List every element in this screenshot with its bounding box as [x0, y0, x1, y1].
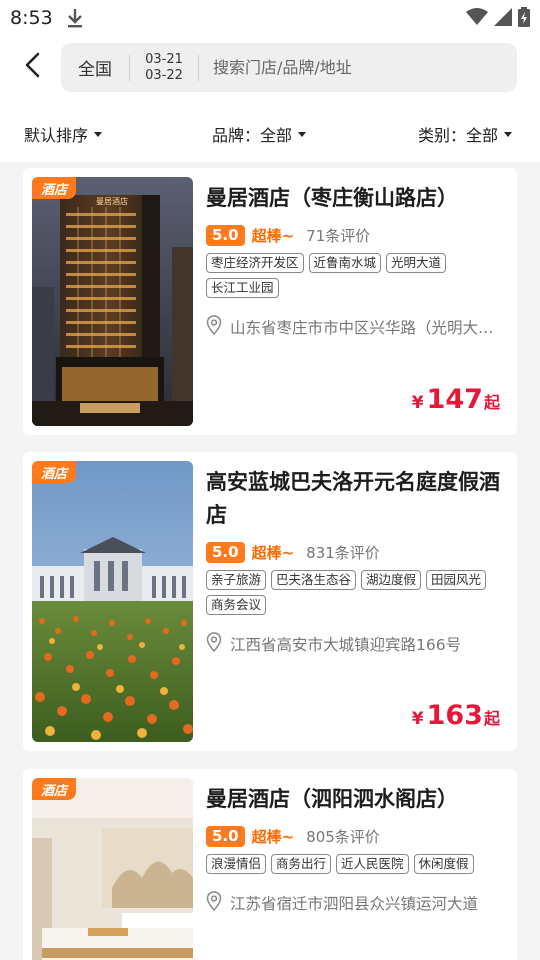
hotel-address: 山东省枣庄市市中区兴华路（光明大道北侧）	[230, 319, 500, 337]
tag: 浪漫情侣	[206, 854, 267, 874]
location-pin-icon	[206, 315, 222, 339]
hotel-address: 江西省高安市大城镇迎宾路166号	[230, 636, 462, 654]
hotel-address: 江苏省宿迁市泗阳县众兴镇运河大道	[230, 895, 479, 913]
rating-row: 5.0 超棒~ 71条评价	[206, 223, 506, 247]
price: ¥ 147 起	[412, 384, 500, 415]
tag: 巴夫洛生态谷	[271, 570, 357, 590]
price-amount: 163	[426, 700, 483, 731]
hotel-building-image: 曼居酒店	[32, 177, 193, 426]
city-selector[interactable]: 全国	[61, 55, 129, 80]
checkout-date: 03-22	[145, 67, 183, 83]
search-bar: 全国 03-21 03-22	[61, 43, 517, 92]
hotel-name: 曼居酒店（枣庄衡山路店）	[206, 186, 458, 210]
search-input[interactable]	[213, 58, 493, 77]
tag-list: 亲子旅游 巴夫洛生态谷 湖边度假 田园风光 商务会议	[206, 570, 506, 620]
hotel-badge: 酒店	[32, 461, 76, 483]
hotel-sign-text: 曼居酒店	[96, 196, 128, 206]
rating-label: 超棒~	[251, 827, 295, 846]
hotel-room-image	[32, 778, 193, 960]
hotel-info: 高安蓝城巴夫洛开元名庭度假酒店 5.0 超棒~ 831条评价 亲子旅游 巴夫洛生…	[206, 466, 506, 656]
resort-field-image	[32, 461, 193, 742]
location-pin-icon	[206, 632, 222, 656]
tag: 光明大道	[386, 253, 447, 273]
hotel-photo: 酒店	[32, 461, 193, 742]
hotel-card[interactable]: 酒店 曼居酒店（泗阳泗水阁店） 5.0 超棒~ 805条评价 浪漫情侣 商务出行…	[23, 769, 517, 960]
rating-row: 5.0 超棒~ 805条评价	[206, 824, 506, 848]
tag: 田园风光	[426, 570, 487, 590]
address-row: 山东省枣庄市市中区兴华路（光明大道北侧）	[206, 315, 506, 339]
sort-filter[interactable]: 默认排序	[24, 122, 103, 146]
hotel-name: 曼居酒店（泗阳泗水阁店）	[206, 787, 458, 811]
tag: 湖边度假	[361, 570, 422, 590]
tag: 枣庄经济开发区	[206, 253, 304, 273]
sort-filter-label: 默认排序	[24, 126, 89, 145]
hotel-info: 曼居酒店（泗阳泗水阁店） 5.0 超棒~ 805条评价 浪漫情侣 商务出行 近人…	[206, 783, 506, 915]
tag-list: 枣庄经济开发区 近鲁南水城 光明大道 长江工业园	[206, 253, 506, 303]
rating-label: 超棒~	[251, 226, 295, 245]
status-bar: 8:53	[0, 0, 540, 36]
date-selector[interactable]: 03-21 03-22	[130, 52, 198, 84]
chevron-left-icon	[24, 52, 40, 82]
rating-score: 5.0	[206, 541, 245, 563]
back-button[interactable]	[16, 50, 48, 84]
rating-score: 5.0	[206, 825, 245, 847]
category-filter[interactable]: 类别：全部	[418, 122, 513, 146]
currency-symbol: ¥	[411, 709, 424, 729]
category-filter-label: 类别：全部	[418, 126, 499, 145]
price-suffix: 起	[483, 393, 500, 412]
hotel-card[interactable]: 酒店	[23, 168, 517, 435]
address-row: 江苏省宿迁市泗阳县众兴镇运河大道	[206, 891, 506, 915]
tag: 近鲁南水城	[308, 253, 382, 273]
hotel-photo: 酒店	[32, 778, 193, 960]
header: 全国 03-21 03-22	[0, 36, 540, 100]
brand-filter[interactable]: 品牌：全部	[212, 122, 307, 146]
rating-row: 5.0 超棒~ 831条评价	[206, 540, 506, 564]
hotel-info: 曼居酒店（枣庄衡山路店） 5.0 超棒~ 71条评价 枣庄经济开发区 近鲁南水城…	[206, 182, 506, 339]
filter-bar: 默认排序 品牌：全部 类别：全部	[0, 100, 540, 162]
tag-list: 浪漫情侣 商务出行 近人民医院 休闲度假	[206, 854, 506, 879]
price-amount: 147	[426, 384, 483, 415]
rating-score: 5.0	[206, 224, 245, 246]
hotel-card[interactable]: 酒店	[23, 452, 517, 751]
download-icon	[66, 7, 84, 33]
checkin-date: 03-21	[145, 51, 183, 67]
divider	[198, 54, 199, 81]
caret-down-icon	[298, 131, 307, 137]
tag: 商务会议	[206, 595, 267, 615]
price: ¥ 163 起	[412, 700, 500, 731]
signal-icon	[494, 8, 512, 30]
location-pin-icon	[206, 891, 222, 915]
caret-down-icon	[94, 131, 103, 137]
price-suffix: 起	[483, 709, 500, 728]
hotel-photo: 酒店	[32, 177, 193, 426]
tag: 休闲度假	[413, 854, 474, 874]
hotel-name: 高安蓝城巴夫洛开元名庭度假酒店	[206, 470, 500, 527]
wifi-icon	[466, 8, 488, 30]
brand-filter-label: 品牌：全部	[212, 126, 293, 145]
battery-icon	[518, 7, 530, 31]
review-count: 805条评价	[306, 827, 380, 846]
caret-down-icon	[504, 131, 513, 137]
hotel-badge: 酒店	[32, 177, 76, 199]
address-row: 江西省高安市大城镇迎宾路166号	[206, 632, 506, 656]
tag: 亲子旅游	[206, 570, 267, 590]
tag: 商务出行	[271, 854, 332, 874]
hotel-badge: 酒店	[32, 778, 76, 800]
status-time: 8:53	[10, 7, 53, 29]
tag: 近人民医院	[336, 854, 409, 874]
currency-symbol: ¥	[411, 393, 424, 413]
rating-label: 超棒~	[251, 543, 295, 562]
status-icons	[466, 7, 530, 31]
review-count: 831条评价	[306, 543, 380, 562]
review-count: 71条评价	[306, 226, 371, 245]
tag: 长江工业园	[206, 278, 279, 298]
